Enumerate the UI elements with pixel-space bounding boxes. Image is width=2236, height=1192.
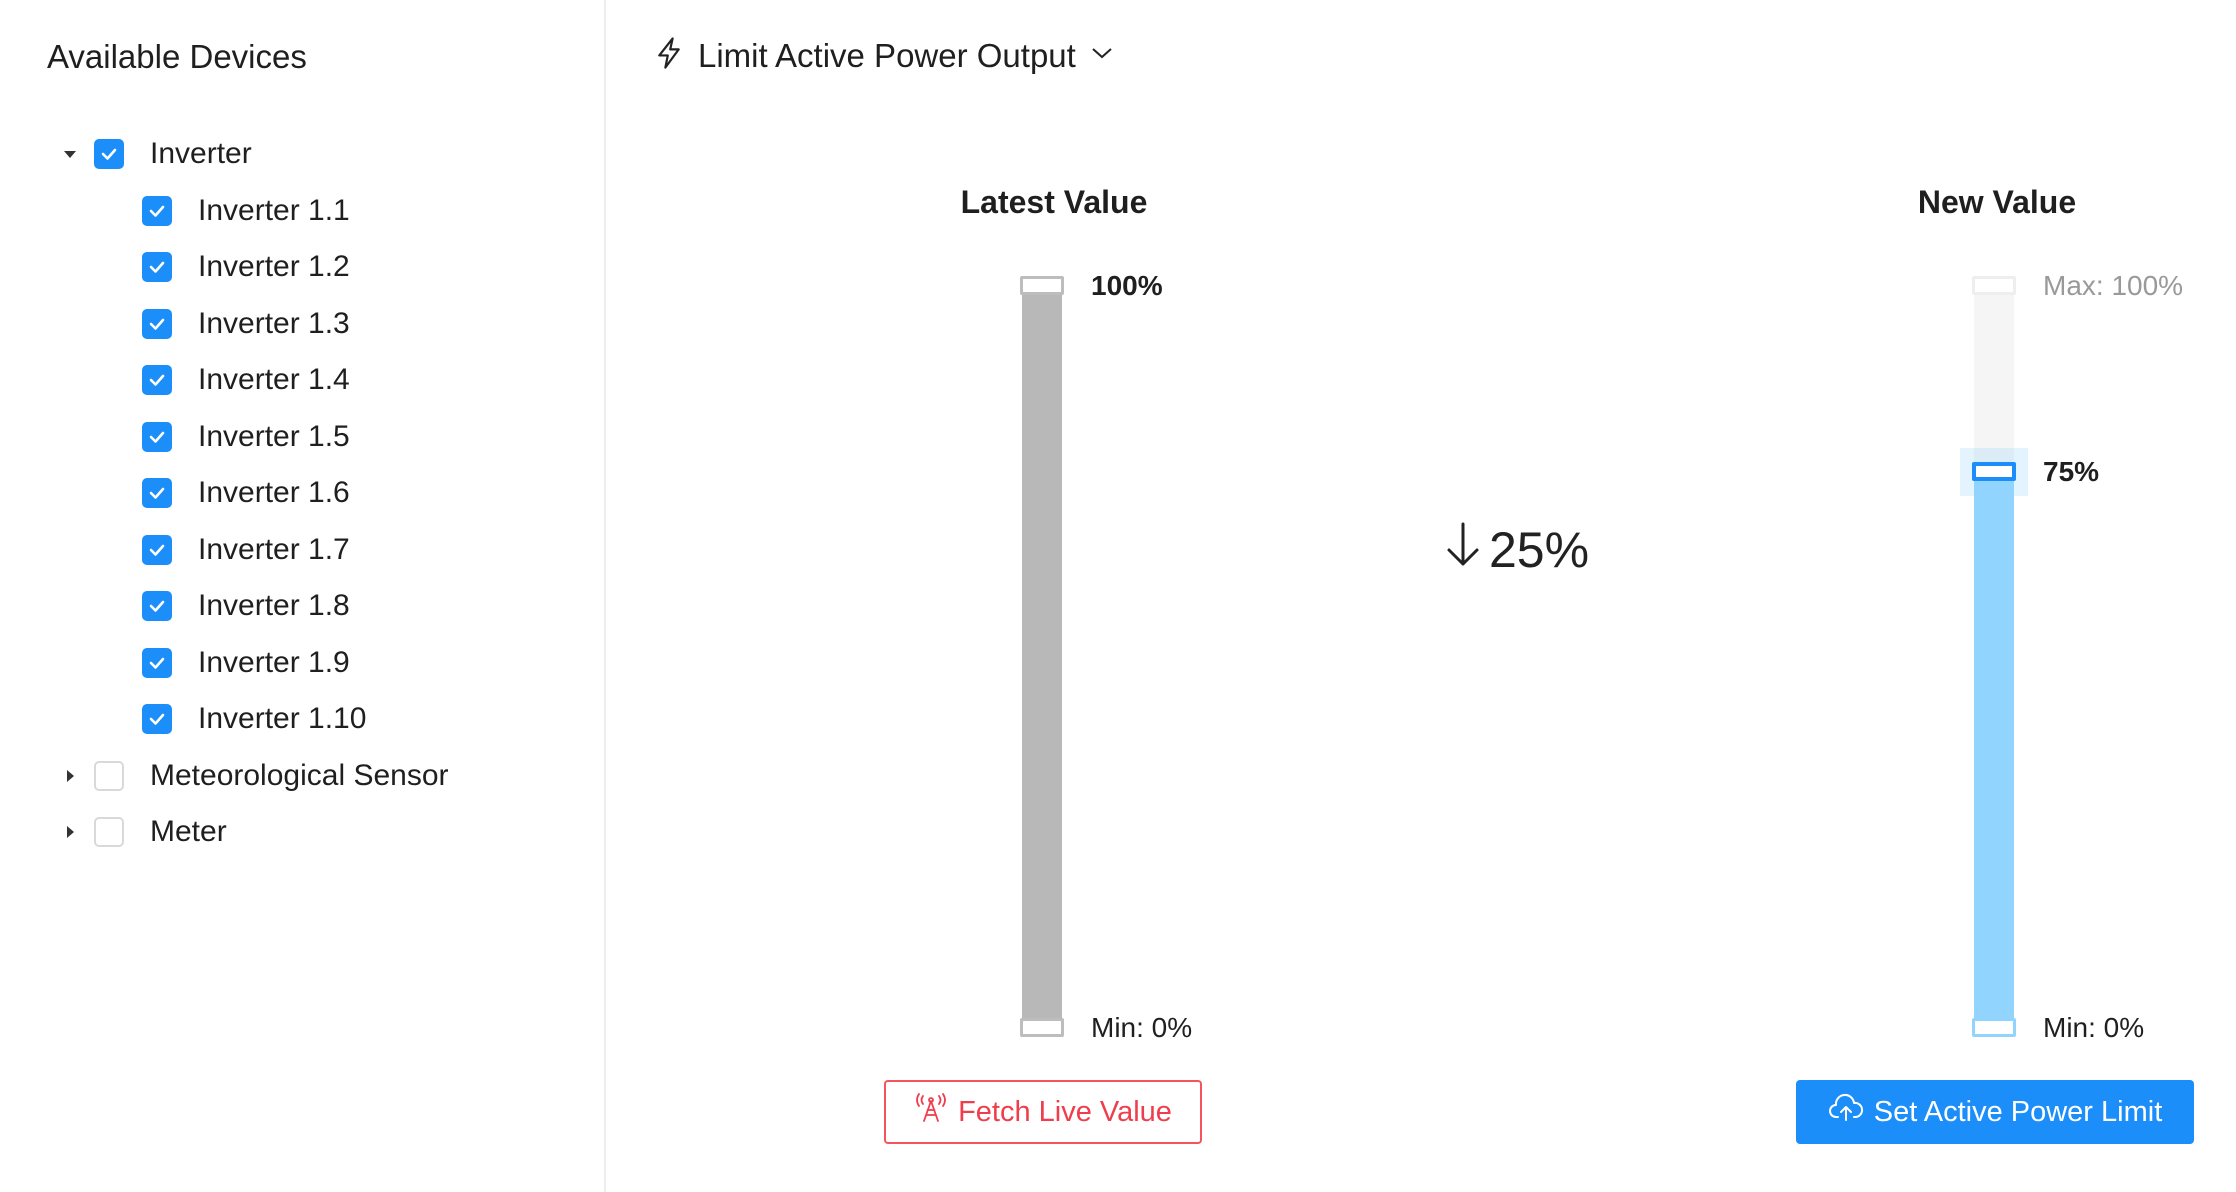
broadcast-tower-icon [914,1093,958,1131]
tree-node[interactable]: Inverter 1.6 [142,473,350,513]
tree-node-checkbox[interactable] [94,139,124,169]
delta-indicator: 25% [1443,520,1589,580]
latest-value-label: 100% [1091,270,1163,301]
new-min-label: Min: 0% [2043,1012,2145,1043]
new-value-max-handle [1972,276,2016,295]
page-title: Limit Active Power Output [698,36,1076,74]
tree-node[interactable]: Inverter 1.4 [142,360,350,400]
checkmark-icon [149,600,165,612]
latest-value-top-handle [1020,276,1064,295]
caret-right-icon[interactable] [58,820,82,844]
chevron-down-icon[interactable] [1090,45,1114,66]
tree-node[interactable]: Meteorological Sensor [58,756,449,796]
new-value-min-handle [1972,1018,2016,1037]
set-active-power-limit-label: Set Active Power Limit [1873,1095,2163,1128]
tree-node[interactable]: Inverter 1.5 [142,417,350,457]
tree-node-label: Inverter 1.1 [198,193,350,227]
latest-value-title: Latest Value [960,184,1148,220]
tree-node-checkbox[interactable] [142,252,172,282]
tree-node[interactable]: Inverter 1.1 [142,191,350,231]
tree-node-label: Inverter 1.2 [198,250,350,283]
tree-node-checkbox[interactable] [94,817,124,847]
delta-value: 25% [1489,522,1590,578]
latest-min-label: Min: 0% [1091,1012,1193,1043]
new-value-slider-handle[interactable] [1972,462,2016,481]
checkmark-icon [149,544,165,556]
page-header[interactable]: Limit Active Power Output [654,36,1114,75]
tree-node-checkbox[interactable] [142,421,172,452]
checkmark-icon [149,261,165,273]
tree-node-label: Inverter 1.9 [198,645,350,679]
tree-node-checkbox[interactable] [142,478,172,508]
tree-node[interactable]: Meter [58,812,227,852]
sidebar-title: Available Devices [47,38,307,75]
checkmark-icon [101,148,117,160]
tree-node-label: Meteorological Sensor [150,758,449,792]
checkmark-icon [149,431,165,443]
new-value-title: New Value [1917,184,2077,220]
tree-node[interactable]: Inverter 1.2 [142,247,350,287]
tree-node-checkbox[interactable] [142,704,172,734]
checkmark-icon [149,713,165,725]
checkmark-icon [149,374,165,386]
new-max-label: Max: 100% [2043,270,2184,301]
new-value-label: 75% [2043,456,2100,487]
tree-node-label: Inverter 1.3 [198,306,350,340]
tree-node[interactable]: Inverter 1.10 [142,699,366,739]
latest-value-bar [1022,287,1062,1027]
fetch-live-value-label: Fetch Live Value [958,1095,1172,1128]
device-sidebar: Available Devices Inverter Inverter 1.1 In… [0,0,606,1192]
tree-node-label: Inverter 1.7 [198,532,350,566]
checkmark-icon [149,318,165,330]
tree-node-checkbox[interactable] [142,308,172,339]
tree-node-label: Meter [150,815,227,848]
caret-right-icon[interactable] [58,764,82,788]
arrow-down-icon [1443,520,1489,580]
tree-node-label: Inverter 1.6 [198,476,350,509]
tree-node[interactable]: Inverter 1.3 [142,304,350,344]
tree-node-checkbox[interactable] [94,760,124,791]
checkmark-icon [149,657,165,669]
latest-value-min-handle [1020,1018,1064,1037]
tree-node-label: Inverter 1.4 [198,363,350,396]
tree-node-label: Inverter 1.8 [198,589,350,622]
caret-down-icon[interactable] [58,142,82,166]
tree-node-label: Inverter 1.10 [198,702,367,735]
tree-node-checkbox[interactable] [142,591,172,621]
tree-node[interactable]: Inverter 1.8 [142,586,350,626]
tree-node-checkbox[interactable] [142,195,172,226]
cloud-upload-icon [1828,1093,1874,1131]
tree-node-label: Inverter [150,137,252,170]
lightning-bolt-icon [654,36,684,75]
set-active-power-limit-button[interactable]: Set Active Power Limit [1796,1080,2194,1144]
tree-node[interactable]: Inverter [58,134,252,174]
tree-node[interactable]: Inverter 1.9 [142,643,350,683]
tree-node-checkbox[interactable] [142,647,172,678]
tree-node-checkbox[interactable] [142,534,172,565]
tree-node-label: Inverter 1.5 [198,419,350,453]
new-value-fill [1974,472,2014,1027]
checkmark-icon [149,205,165,217]
tree-node-checkbox[interactable] [142,365,172,395]
checkmark-icon [149,487,165,499]
tree-node[interactable]: Inverter 1.7 [142,530,350,570]
fetch-live-value-button[interactable]: Fetch Live Value [884,1080,1202,1144]
